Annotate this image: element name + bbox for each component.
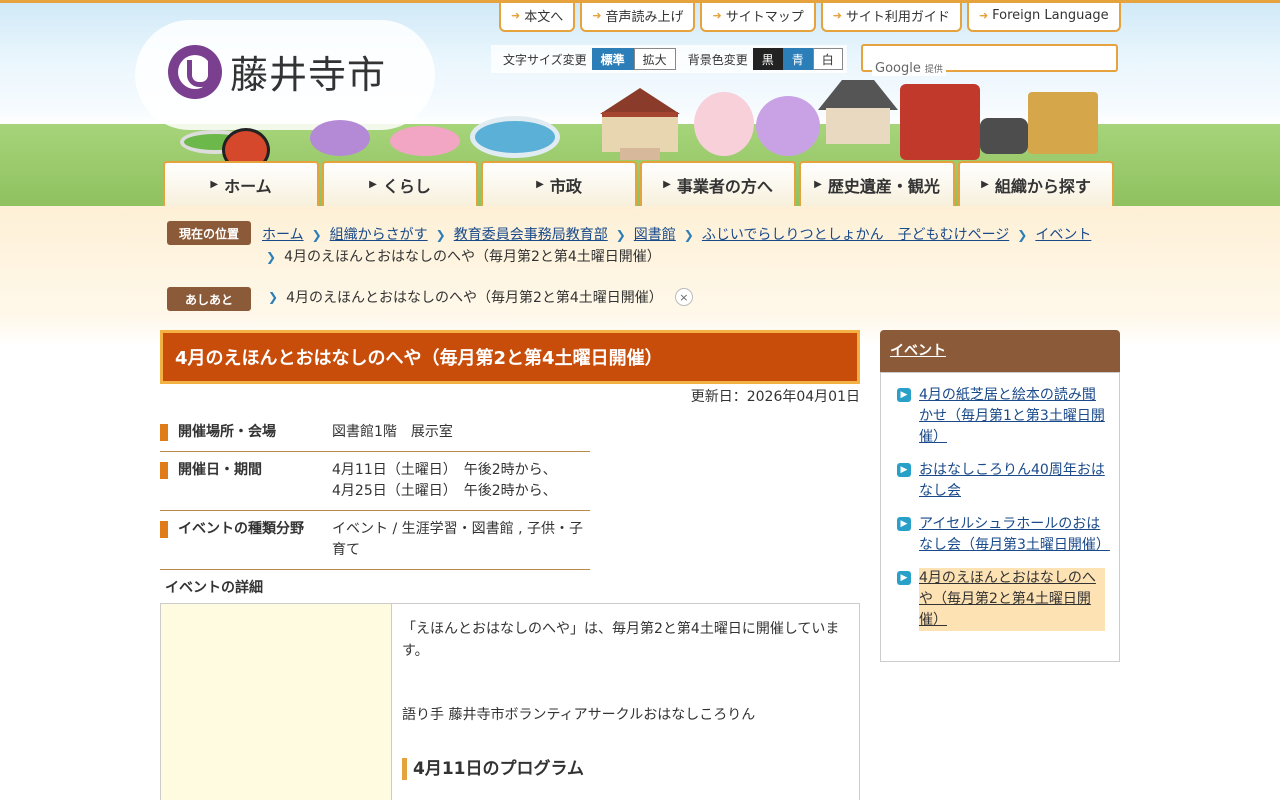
- ashiato-trail: ❯ 4月のえほんとおはなしのへや（毎月第2と第4土曜日開催） ×: [268, 287, 693, 307]
- sidebar-item-current[interactable]: ▶ 4月のえほんとおはなしのへや（毎月第2と第4土曜日開催）: [895, 568, 1105, 631]
- city-emblem-icon: [168, 44, 222, 99]
- breadcrumb-label: 現在の位置: [167, 221, 251, 245]
- arrow-right-icon: ▶: [897, 571, 911, 585]
- flower-decoration: [310, 120, 370, 156]
- people-illustration: [980, 118, 1028, 154]
- program-heading: 4月11日のプログラム: [402, 758, 849, 780]
- breadcrumb-current: 4月のえほんとおはなしのへや（毎月第2と第4土曜日開催）: [284, 249, 661, 265]
- chevron-right-icon: ❯: [683, 228, 694, 242]
- ashiato-label: あしあと: [167, 287, 251, 311]
- text-size-label: 文字サイズ変更: [503, 52, 587, 67]
- sidebar: イベント ▶ 4月の紙芝居と絵本の読み聞かせ（毎月第1と第3土曜日開催） ▶ おはな…: [880, 330, 1120, 662]
- info-row-venue: 開催場所・会場 図書館1階 展示室: [160, 414, 590, 452]
- triangle-right-icon: ▶: [814, 179, 822, 190]
- triangle-right-icon: ▶: [369, 179, 377, 190]
- gnav-home[interactable]: ▶ ホーム: [163, 161, 319, 206]
- triangle-right-icon: ▶: [210, 179, 219, 190]
- sidebar-item[interactable]: ▶ おはなしころりん40周年おはなし会: [895, 460, 1105, 502]
- google-search-branding: Google 提供: [872, 61, 946, 76]
- text-size-large-button[interactable]: 拡大: [633, 48, 676, 70]
- info-row-category: イベントの種類分野 イベント / 生涯学習・図書館 , 子供・子育て: [160, 511, 590, 570]
- flower-decoration: [390, 126, 460, 156]
- arrow-right-icon: ▶: [897, 517, 911, 531]
- arrow-right-icon: ▶: [897, 463, 911, 477]
- updated-date: 更新日：2026年04月01日: [690, 389, 860, 405]
- arrow-right-icon: ▶: [897, 388, 911, 402]
- breadcrumb-education[interactable]: 教育委員会事務局教育部: [454, 227, 608, 243]
- display-settings: 文字サイズ変更 標準 拡大 背景色変更 黒 青 白: [491, 45, 847, 73]
- flower-decoration: [694, 92, 754, 156]
- chevron-right-icon: ❯: [1017, 228, 1028, 242]
- temple-illustration: [590, 88, 690, 160]
- breadcrumb-organization[interactable]: 組織からさがす: [330, 227, 428, 243]
- site-logo[interactable]: 藤井寺市: [168, 44, 386, 99]
- chevron-right-icon: ❯: [311, 228, 322, 242]
- pond-decoration: [470, 116, 560, 158]
- breadcrumb-library[interactable]: 図書館: [634, 227, 676, 243]
- breadcrumb-event[interactable]: イベント: [1035, 227, 1091, 243]
- house-illustration: [818, 80, 898, 150]
- triangle-right-icon: ▶: [536, 179, 544, 190]
- sidebar-list: ▶ 4月の紙芝居と絵本の読み聞かせ（毎月第1と第3土曜日開催） ▶ おはなしころりん…: [880, 372, 1120, 662]
- breadcrumb-kids-page[interactable]: ふじいでらしりつとしょかん 子どもむけページ: [702, 227, 1009, 243]
- sidebar-item[interactable]: ▶ アイセルシュラホールのおはなし会（毎月第3土曜日開催）: [895, 514, 1110, 556]
- sitemap-link[interactable]: ➜ サイトマップ: [700, 0, 816, 32]
- triangle-right-icon: ▶: [981, 179, 989, 190]
- sidebar-heading[interactable]: イベント: [880, 330, 1120, 372]
- site-guide-link[interactable]: ➜ サイト利用ガイド: [820, 0, 962, 32]
- info-row-dates: 開催日・期間 4月11日（土曜日） 午後2時から、 4月25日（土曜日） 午後2時…: [160, 452, 590, 511]
- detail-text: 「えほんとおはなしのへや」は、毎月第2と第4土曜日に開催しています。 語り手 藤…: [392, 604, 859, 800]
- skip-to-content-link[interactable]: ➜ 本文へ: [499, 0, 576, 32]
- breadcrumb-home[interactable]: ホーム: [262, 227, 304, 243]
- text-size-standard-button[interactable]: 標準: [591, 48, 634, 70]
- utility-nav: ➜ 本文へ ➜ 音声読み上げ ➜ サイトマップ ➜ サイト利用ガイド ➜ Foreign …: [499, 0, 1121, 32]
- wisteria-decoration: [756, 96, 820, 156]
- voice-reader-link[interactable]: ➜ 音声読み上げ: [580, 0, 696, 32]
- event-detail-box: 「えほんとおはなしのへや」は、毎月第2と第4土曜日に開催しています。 語り手 藤…: [160, 603, 860, 800]
- right-arrow-icon: ➜: [712, 8, 722, 22]
- bg-black-button[interactable]: 黒: [752, 48, 783, 70]
- bg-color-label: 背景色変更: [687, 52, 748, 67]
- close-icon[interactable]: ×: [674, 288, 693, 306]
- foreign-language-link[interactable]: ➜ Foreign Language: [966, 0, 1121, 32]
- breadcrumb: ホーム ❯ 組織からさがす ❯ 教育委員会事務局教育部 ❯ 図書館 ❯ ふじいでらしりつとしょか…: [262, 224, 1122, 268]
- global-nav: ▶ ホーム ▶ くらし ▶ 市政 ▶ 事業者の方へ ▶ 歴史遺産・観光 ▶ 組織から探す: [163, 161, 1114, 206]
- down-arrow-icon: ➜: [511, 8, 521, 22]
- right-arrow-icon: ➜: [978, 8, 989, 22]
- detail-paragraph: 語り手 藤井寺市ボランティアサークルおはなしころりん: [402, 707, 756, 723]
- chevron-right-icon: ❯: [268, 290, 279, 304]
- gnav-by-organization[interactable]: ▶ 組織から探す: [958, 161, 1114, 206]
- chevron-right-icon: ❯: [615, 228, 626, 242]
- event-detail-heading: イベントの詳細: [165, 580, 263, 596]
- detail-paragraph: 「えほんとおはなしのへや」は、毎月第2と第4土曜日に開催しています。: [402, 621, 840, 659]
- right-arrow-icon: ➜: [832, 8, 842, 22]
- sidebar-item[interactable]: ▶ 4月の紙芝居と絵本の読み聞かせ（毎月第1と第3土曜日開催）: [895, 385, 1105, 448]
- gnav-business[interactable]: ▶ 事業者の方へ: [640, 161, 796, 206]
- gnav-living[interactable]: ▶ くらし: [322, 161, 478, 206]
- site-name: 藤井寺市: [230, 53, 387, 97]
- event-info-table: 開催場所・会場 図書館1階 展示室 開催日・期間 4月11日（土曜日） 午後2時…: [160, 414, 590, 570]
- page-title: 4月のえほんとおはなしのへや（毎月第2と第4土曜日開催）: [160, 330, 860, 384]
- bg-white-button[interactable]: 白: [812, 48, 843, 70]
- festival-float-illustration: [1028, 92, 1098, 154]
- top-border: [0, 0, 1280, 3]
- ashiato-item[interactable]: 4月のえほんとおはなしのへや（毎月第2と第4土曜日開催）: [286, 287, 663, 307]
- right-arrow-icon: ➜: [592, 8, 602, 22]
- triangle-right-icon: ▶: [663, 179, 671, 190]
- chevron-right-icon: ❯: [435, 228, 446, 242]
- site-header: 藤井寺市 ➜ 本文へ ➜ 音声読み上げ ➜ サイトマップ ➜ サイト利用ガイド ➜ For…: [0, 0, 1280, 206]
- festival-float-illustration: [900, 84, 980, 160]
- gnav-city-government[interactable]: ▶ 市政: [481, 161, 637, 206]
- chevron-right-icon: ❯: [266, 250, 277, 264]
- detail-image-area: [161, 604, 392, 800]
- gnav-history-tourism[interactable]: ▶ 歴史遺産・観光: [799, 161, 955, 206]
- bg-blue-button[interactable]: 青: [782, 48, 813, 70]
